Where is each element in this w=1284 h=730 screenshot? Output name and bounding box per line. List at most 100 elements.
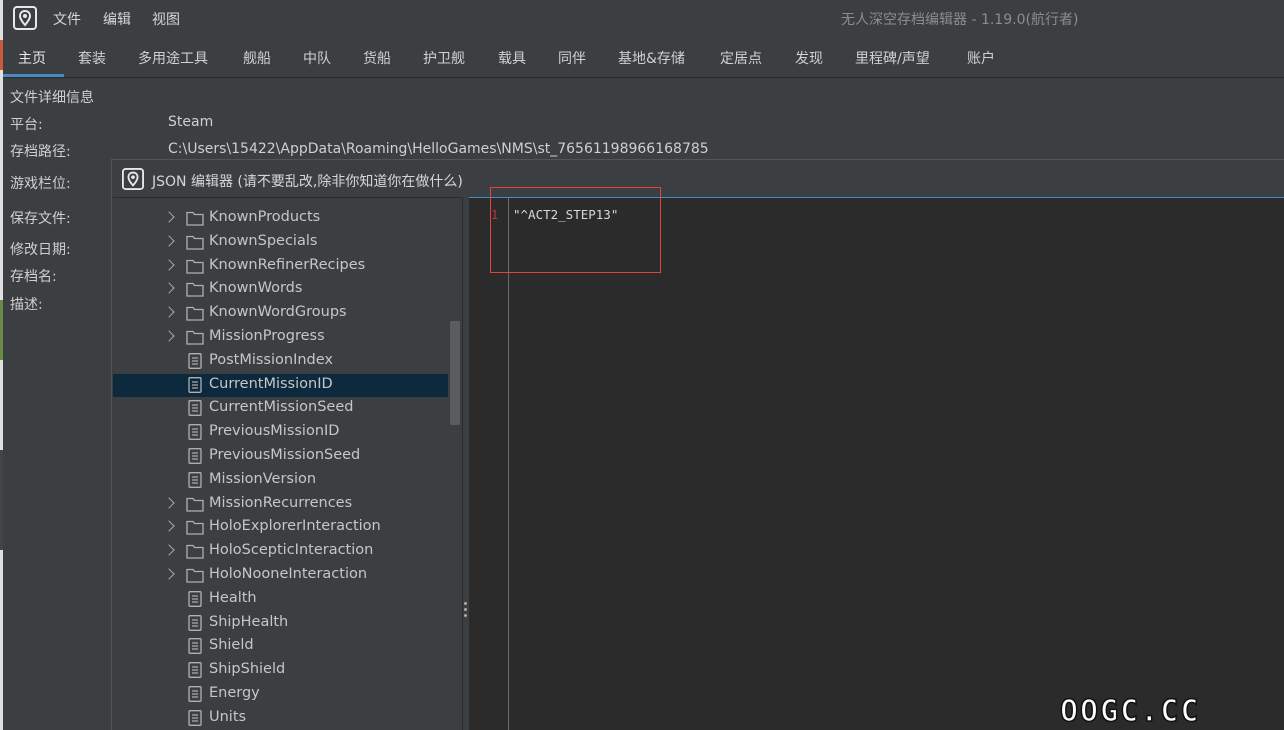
document-icon bbox=[188, 471, 202, 488]
document-icon bbox=[188, 448, 202, 464]
chevron-right-icon[interactable] bbox=[163, 235, 175, 247]
tree-node[interactable]: KnownWordGroups bbox=[113, 302, 448, 325]
tree-scrollbar[interactable] bbox=[450, 321, 460, 425]
tree-node[interactable]: CurrentMissionID bbox=[113, 373, 448, 397]
folder-icon bbox=[186, 307, 204, 321]
document-icon bbox=[188, 424, 202, 441]
tree-node-label: HoloExplorerInteraction bbox=[209, 518, 381, 535]
tree-node[interactable]: PostMissionIndex bbox=[113, 350, 448, 373]
tree-node-label: CurrentMissionSeed bbox=[209, 399, 354, 416]
tree-node-label: CurrentMissionID bbox=[209, 375, 333, 392]
dialog-title-bar[interactable]: JSON 编辑器 (请不要乱改,除非你知道你在做什么) bbox=[112, 160, 1284, 198]
tree-node[interactable]: Units bbox=[113, 707, 448, 730]
document-icon bbox=[188, 638, 202, 655]
tree-node-label: ShipShield bbox=[209, 661, 286, 678]
chevron-right-icon[interactable] bbox=[163, 282, 175, 295]
tree-node[interactable]: HoloExplorerInteraction bbox=[113, 516, 448, 539]
splitter[interactable] bbox=[462, 197, 469, 730]
document-icon bbox=[188, 400, 202, 417]
folder-icon bbox=[186, 259, 204, 274]
tree-node[interactable]: HoloScepticInteraction bbox=[113, 540, 448, 563]
tab-milestones[interactable]: 里程碑/声望 bbox=[855, 48, 930, 68]
tree-node-label: KnownSpecials bbox=[209, 232, 318, 249]
document-icon bbox=[188, 376, 202, 393]
folder-icon bbox=[186, 235, 204, 250]
description-label: 描述: bbox=[10, 297, 43, 313]
folder-icon bbox=[186, 330, 204, 345]
active-tab-indicator bbox=[3, 74, 64, 77]
tree-node[interactable]: Energy bbox=[113, 683, 448, 706]
chevron-right-icon[interactable] bbox=[163, 258, 175, 271]
tree-node-label: KnownWords bbox=[209, 280, 303, 297]
tree-node-label: PreviousMissionSeed bbox=[209, 447, 361, 463]
splitter-handle-icon[interactable] bbox=[464, 602, 467, 622]
tree-node[interactable]: ShipShield bbox=[113, 659, 448, 682]
app-logo-icon bbox=[13, 6, 37, 30]
tree-node[interactable]: KnownProducts bbox=[113, 207, 448, 230]
tree-node[interactable]: CurrentMissionSeed bbox=[113, 397, 448, 420]
tree-node[interactable]: PreviousMissionID bbox=[113, 421, 448, 444]
folder-icon bbox=[186, 283, 204, 298]
tree-node-label: HoloScepticInteraction bbox=[209, 542, 374, 559]
document-icon bbox=[188, 614, 202, 631]
tree-node[interactable]: KnownRefinerRecipes bbox=[113, 255, 448, 278]
tab-squadron[interactable]: 中队 bbox=[303, 48, 331, 68]
folder-icon bbox=[186, 497, 204, 512]
menu-file[interactable]: 文件 bbox=[53, 9, 81, 29]
tree-node[interactable]: MissionRecurrences bbox=[113, 493, 448, 516]
tab-home[interactable]: 主页 bbox=[18, 48, 46, 68]
tree-node-label: MissionVersion bbox=[209, 470, 317, 487]
annotation-highlight-box bbox=[490, 187, 661, 273]
tree-node-label: MissionRecurrences bbox=[209, 494, 353, 511]
tab-companions[interactable]: 同伴 bbox=[558, 48, 586, 68]
tree-node[interactable]: Health bbox=[113, 588, 448, 611]
tree-node-label: PreviousMissionID bbox=[209, 423, 340, 440]
tab-vehicles[interactable]: 载具 bbox=[498, 48, 526, 68]
tab-account[interactable]: 账户 bbox=[967, 48, 995, 68]
tab-bases-storage[interactable]: 基地&存储 bbox=[618, 48, 685, 68]
tab-frigates[interactable]: 护卫舰 bbox=[423, 48, 465, 68]
section-title: 文件详细信息 bbox=[10, 90, 94, 106]
chevron-right-icon[interactable] bbox=[163, 568, 175, 580]
tab-settlements[interactable]: 定居点 bbox=[720, 48, 762, 68]
tree-node[interactable]: MissionProgress bbox=[113, 326, 448, 349]
json-tree[interactable]: Units Energy ShipShield Shield ShipHealth Hea… bbox=[113, 197, 462, 730]
menu-edit[interactable]: 编辑 bbox=[103, 9, 131, 29]
tree-node[interactable]: ShipHealth bbox=[113, 612, 448, 635]
chevron-right-icon[interactable] bbox=[163, 520, 175, 533]
menu-view[interactable]: 视图 bbox=[152, 9, 180, 29]
save-name-label: 存档名: bbox=[10, 269, 57, 285]
tab-outfit[interactable]: 套装 bbox=[78, 48, 106, 68]
chevron-right-icon[interactable] bbox=[163, 544, 175, 556]
folder-icon bbox=[186, 568, 204, 583]
chevron-right-icon[interactable] bbox=[163, 211, 175, 223]
json-text-editor[interactable]: 1 "^ACT2_STEP13" bbox=[469, 187, 1284, 730]
dialog-title: JSON 编辑器 (请不要乱改,除非你知道你在做什么) bbox=[152, 174, 463, 190]
folder-icon bbox=[186, 521, 204, 536]
tab-freighter[interactable]: 货船 bbox=[363, 48, 391, 68]
background-window-strip bbox=[0, 0, 3, 730]
title-bar: 文件 编辑 视图 无人深空存档编辑器 - 1.19.0(航行者) bbox=[3, 0, 1284, 36]
app-logo-icon bbox=[122, 168, 144, 190]
tree-node[interactable]: KnownSpecials bbox=[113, 231, 448, 254]
document-icon bbox=[188, 590, 202, 607]
tree-node-label: HoloNooneInteraction bbox=[209, 566, 368, 582]
document-icon bbox=[188, 662, 202, 679]
tree-node[interactable]: PreviousMissionSeed bbox=[113, 445, 448, 468]
tree-node-label: MissionProgress bbox=[209, 328, 325, 344]
tree-node[interactable]: KnownWords bbox=[113, 278, 448, 301]
tree-node[interactable]: Shield bbox=[113, 635, 448, 658]
tab-ships[interactable]: 舰船 bbox=[243, 48, 271, 68]
tree-node-label: Shield bbox=[209, 637, 254, 654]
chevron-right-icon[interactable] bbox=[163, 306, 175, 318]
tab-multitool[interactable]: 多用途工具 bbox=[138, 48, 208, 68]
watermark: OOGC.CC bbox=[1059, 693, 1201, 730]
chevron-right-icon[interactable] bbox=[163, 330, 175, 342]
tree-node[interactable]: MissionVersion bbox=[113, 469, 448, 492]
tree-node-label: ShipHealth bbox=[209, 613, 289, 630]
gutter-divider bbox=[508, 198, 509, 730]
chevron-right-icon[interactable] bbox=[163, 496, 175, 509]
tree-node-label: Units bbox=[209, 708, 247, 725]
tab-discovery[interactable]: 发现 bbox=[795, 48, 823, 68]
tree-node[interactable]: HoloNooneInteraction bbox=[113, 564, 448, 587]
